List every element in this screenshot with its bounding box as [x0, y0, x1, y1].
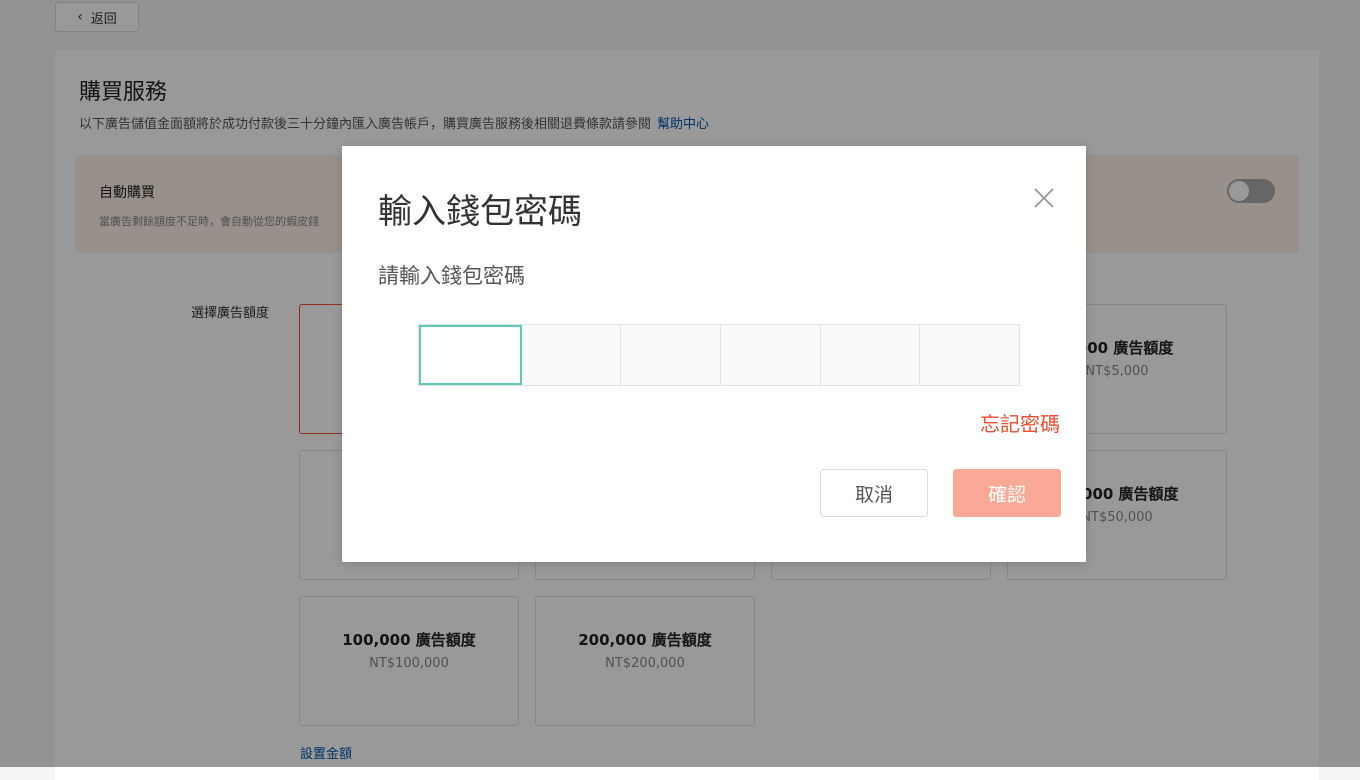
pin-digit-field[interactable]	[621, 325, 722, 385]
pin-digit-field[interactable]	[521, 325, 622, 385]
forgot-password-link[interactable]: 忘記密碼	[980, 408, 1060, 437]
dialog-subtitle: 請輸入錢包密碼	[378, 264, 525, 288]
pin-digit-field[interactable]	[419, 325, 522, 385]
close-icon[interactable]	[1032, 186, 1056, 210]
confirm-button[interactable]: 確認	[953, 469, 1061, 517]
wallet-password-dialog: 輸入錢包密碼 請輸入錢包密碼 忘記密碼 取消 確認	[342, 146, 1086, 562]
pin-input	[418, 324, 1020, 386]
pin-digit-field[interactable]	[820, 325, 921, 385]
pin-digit-field[interactable]	[721, 325, 821, 385]
pin-digit-field[interactable]	[920, 325, 1020, 385]
dialog-title: 輸入錢包密碼	[378, 192, 582, 232]
cancel-button[interactable]: 取消	[820, 469, 928, 517]
